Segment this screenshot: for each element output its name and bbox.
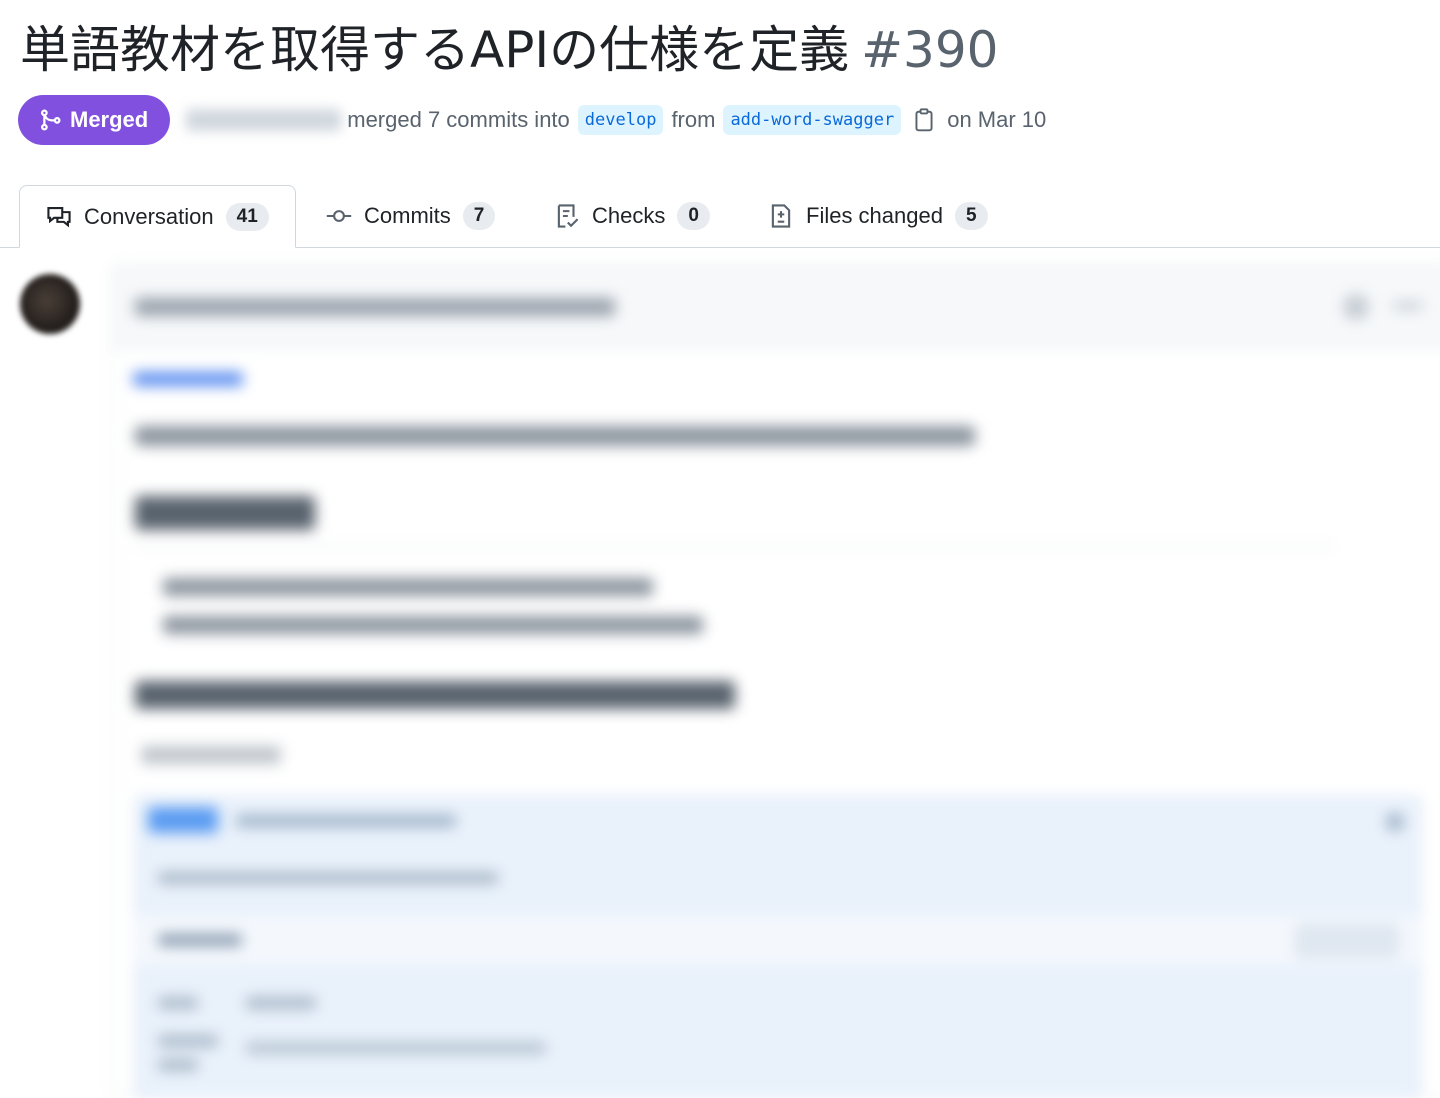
tab-conversation-label: Conversation bbox=[84, 203, 214, 229]
try-it-out-button[interactable] bbox=[1296, 925, 1398, 957]
tab-checks-label: Checks bbox=[592, 203, 666, 228]
parameters-label bbox=[158, 934, 242, 946]
comment-header bbox=[113, 266, 1440, 347]
author-link-redacted[interactable] bbox=[186, 109, 342, 131]
base-branch-link[interactable]: develop bbox=[577, 105, 664, 135]
git-commit-icon bbox=[326, 203, 352, 229]
redacted-list-item bbox=[163, 578, 653, 596]
checklist-icon bbox=[554, 203, 580, 229]
parameter-input[interactable] bbox=[246, 1042, 546, 1054]
kebab-menu-icon[interactable] bbox=[1393, 302, 1423, 310]
tab-commits[interactable]: Commits 7 bbox=[326, 185, 496, 247]
from-text: from bbox=[671, 107, 716, 132]
comment-discussion-icon bbox=[46, 204, 72, 230]
redacted-subheading bbox=[135, 681, 735, 709]
heading-divider bbox=[135, 546, 1335, 548]
file-diff-icon bbox=[768, 203, 794, 229]
head-branch-link[interactable]: add-word-swagger bbox=[723, 105, 902, 135]
tab-conversation[interactable]: Conversation 41 bbox=[19, 185, 296, 248]
merge-summary: merged 7 commits into bbox=[347, 107, 570, 132]
pr-title-text: 単語教材を取得するAPIの仕様を定義 bbox=[20, 21, 850, 79]
tab-checks[interactable]: Checks 0 bbox=[554, 185, 710, 247]
avatar[interactable] bbox=[20, 274, 80, 334]
blurred-comment bbox=[112, 265, 1440, 1098]
redacted-heading bbox=[135, 496, 315, 530]
endpoint-path bbox=[236, 815, 456, 827]
merge-date: on Mar 10 bbox=[947, 107, 1047, 132]
redacted-paragraph bbox=[135, 426, 975, 446]
tab-files-changed-label: Files changed bbox=[806, 203, 943, 228]
swagger-embed bbox=[135, 796, 1421, 1098]
tab-commits-label: Commits bbox=[364, 203, 451, 228]
parameter-name bbox=[158, 1035, 218, 1047]
http-method-badge bbox=[148, 807, 218, 833]
pr-tabs: Conversation 41 Commits 7 Checks 0 Files… bbox=[0, 185, 1440, 248]
pr-number: #390 bbox=[861, 21, 999, 79]
column-header bbox=[246, 997, 316, 1009]
tab-files-changed[interactable]: Files changed 5 bbox=[768, 185, 988, 247]
tab-checks-count: 0 bbox=[677, 202, 710, 230]
redacted-code bbox=[141, 746, 281, 764]
tab-conversation-count: 41 bbox=[225, 202, 269, 231]
parameters-bar bbox=[136, 915, 1420, 965]
merged-status-label: Merged bbox=[70, 107, 149, 132]
pr-meta: Merged merged 7 commits into develop fro… bbox=[18, 95, 1046, 145]
copy-icon[interactable] bbox=[913, 107, 935, 133]
pr-title: 単語教材を取得するAPIの仕様を定義 #390 bbox=[20, 18, 998, 82]
comment-author-redacted bbox=[135, 298, 615, 316]
redacted-list-item bbox=[163, 616, 703, 634]
reaction-icon[interactable] bbox=[1343, 294, 1369, 320]
column-header bbox=[158, 997, 198, 1009]
comment-box bbox=[112, 265, 1440, 1098]
merged-status-badge: Merged bbox=[18, 95, 171, 145]
endpoint-description bbox=[158, 872, 498, 884]
redacted-link[interactable] bbox=[133, 372, 243, 386]
tab-commits-count: 7 bbox=[462, 202, 496, 230]
collapse-icon[interactable] bbox=[1386, 813, 1404, 831]
tab-files-changed-count: 5 bbox=[954, 202, 988, 230]
parameter-type bbox=[158, 1059, 198, 1071]
git-merge-icon bbox=[38, 108, 62, 132]
